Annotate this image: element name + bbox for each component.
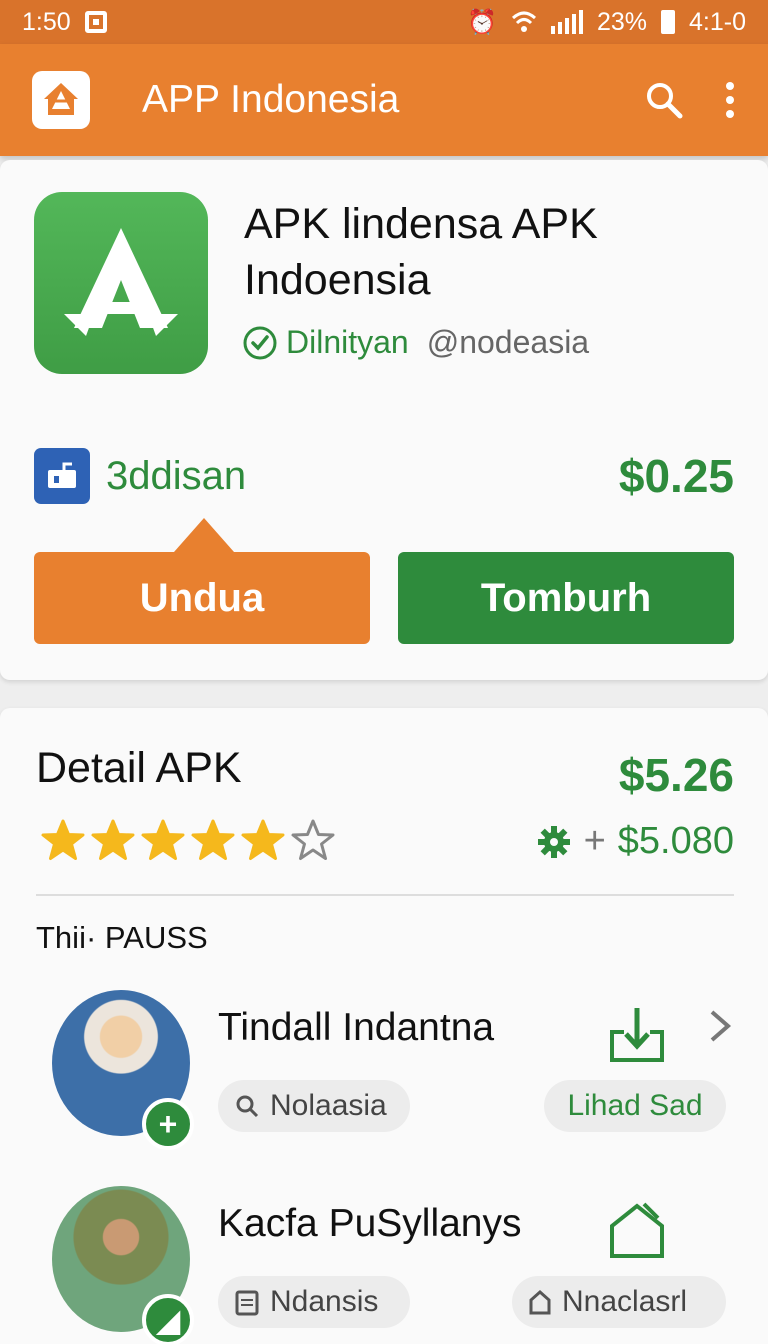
app-logo-icon[interactable]: [32, 71, 90, 129]
tag-label: Ndansis: [270, 1285, 379, 1318]
star-empty-icon: [291, 819, 335, 860]
battery-icon: [661, 10, 676, 34]
app-bar: APP Indonesia: [0, 44, 768, 156]
sub-price: $5.080: [617, 820, 734, 862]
tag-label: Nolaasia: [270, 1089, 387, 1122]
gear-icon: [537, 825, 570, 858]
wifi-icon: [511, 11, 536, 32]
list-item[interactable]: ◢ Kacfa PuSyllanys Ndansis Nnaclasrl: [0, 1186, 768, 1344]
tag-chip[interactable]: Ndansis: [218, 1276, 410, 1328]
developer-handle: @nodeasia: [426, 324, 590, 360]
star-filled-icon: [241, 819, 285, 860]
verified-row: Dilnityan @nodeasia: [242, 324, 589, 361]
detail-card: Detail APK $5.26 + $5.080 Thii· PAUSS + …: [0, 708, 768, 1344]
tag-chip[interactable]: Nolaasia: [218, 1080, 410, 1132]
star-filled-icon: [91, 819, 135, 860]
battery-percent: 23%: [596, 7, 648, 36]
edit-badge-icon[interactable]: ◢: [142, 1294, 194, 1344]
verified-check-icon: [243, 326, 277, 359]
chevron-right-icon[interactable]: [708, 1008, 732, 1049]
section-label: Thii· PAUSS: [36, 920, 208, 955]
secondary-button[interactable]: Tomburh: [398, 552, 734, 644]
status-bar: 1:50 ⏰ 23% 4:1-0: [0, 0, 768, 44]
verified-name: Dilnityan: [286, 324, 409, 360]
action-chip[interactable]: Nnaclasrl: [512, 1276, 726, 1328]
sub-price-row: + $5.080: [536, 820, 734, 863]
detail-price: $5.26: [618, 749, 734, 801]
status-time: 1:50: [22, 7, 71, 36]
download-icon[interactable]: [604, 1002, 670, 1073]
action-chip[interactable]: Lihad Sad: [544, 1080, 726, 1132]
search-icon[interactable]: [644, 80, 684, 120]
calendar-icon: [235, 1290, 259, 1316]
developer-row: 3ddisan $0.25: [34, 448, 734, 504]
home-icon: [529, 1289, 551, 1315]
status-clock: 4:1-0: [689, 7, 746, 36]
detail-title: Detail APK: [36, 744, 242, 792]
developer-name[interactable]: 3ddisan: [106, 454, 246, 499]
divider: [36, 894, 734, 896]
app-title: APP Indonesia: [142, 78, 400, 121]
app-name: APK lindensa APK Indoensia: [244, 200, 598, 304]
home-edit-icon[interactable]: [604, 1198, 670, 1269]
rating-stars: [40, 818, 336, 864]
more-menu-icon[interactable]: [724, 80, 736, 120]
add-badge-icon[interactable]: +: [142, 1098, 194, 1150]
item-name: Tindall Indantna: [218, 1006, 495, 1049]
app-price: $0.25: [618, 450, 734, 502]
app-icon: [34, 192, 208, 374]
download-button[interactable]: Undua: [34, 518, 370, 644]
app-card: APK lindensa APK Indoensia Dilnityan @no…: [0, 160, 768, 680]
star-filled-icon: [41, 819, 85, 860]
signal-icon: [550, 10, 583, 34]
item-name: Kacfa PuSyllanys: [218, 1202, 522, 1245]
action-label: Nnaclasrl: [562, 1285, 688, 1318]
plus-sign: +: [583, 820, 606, 862]
star-filled-icon: [141, 819, 185, 860]
star-filled-icon: [191, 819, 235, 860]
list-item[interactable]: + Tindall Indantna Nolaasia Lihad Sad: [0, 990, 768, 1160]
developer-badge-icon: [34, 448, 90, 504]
notification-icon: [84, 11, 107, 33]
alarm-icon: ⏰: [467, 8, 497, 36]
search-icon: [236, 1095, 259, 1118]
